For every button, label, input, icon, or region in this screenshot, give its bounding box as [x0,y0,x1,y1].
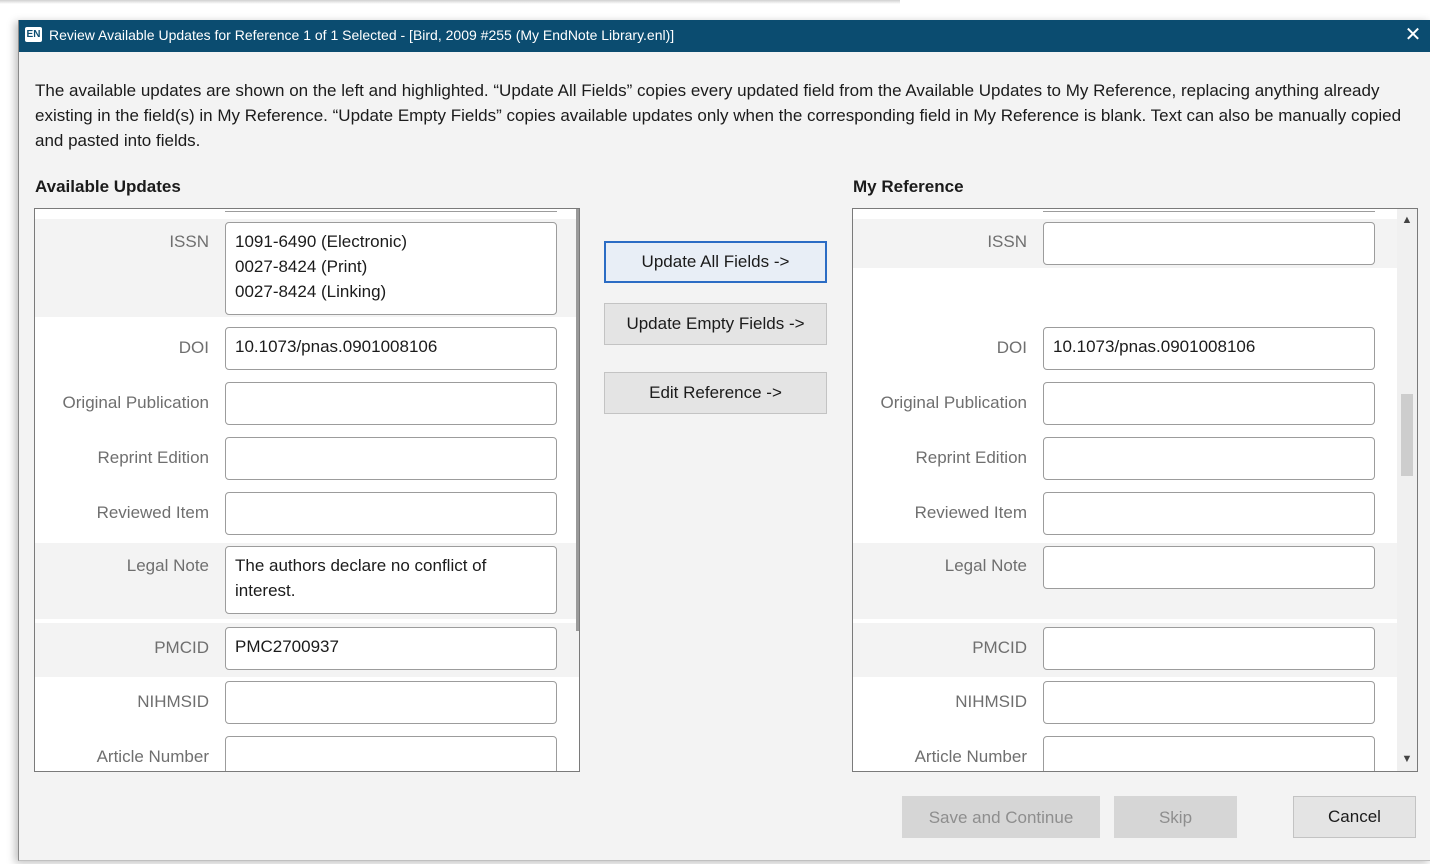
my-reference-heading: My Reference [853,177,964,196]
scroll-down-icon[interactable]: ▼ [1398,750,1416,768]
title-bar: EN Review Available Updates for Referenc… [19,20,1430,52]
previous-field-edge [225,209,557,212]
legal-note-field[interactable]: The authors declare no conflict of inter… [225,546,557,614]
reprint-edition-field[interactable] [1043,437,1375,480]
field-row-pmcid: PMCID [853,623,1417,677]
field-label: Legal Note [944,556,1027,575]
doi-field[interactable]: 10.1073/pnas.0901008106 [225,327,557,370]
field-row-article-number: Article Number [853,732,1417,771]
issn-field[interactable] [1043,222,1375,265]
field-row-legal-note: Legal Note [853,543,1417,619]
field-row-issn: ISSN [853,219,1417,268]
field-row-original-publication: Original Publication [853,372,1417,427]
field-row-article-number: Article Number [35,732,579,771]
dialog-title: Review Available Updates for Reference 1… [49,27,675,43]
field-row-doi: DOI 10.1073/pnas.0901008106 [35,317,579,372]
field-row-original-publication: Original Publication [35,372,579,427]
previous-field-edge [1043,209,1375,212]
doi-field[interactable]: 10.1073/pnas.0901008106 [1043,327,1375,370]
reviewed-item-field[interactable] [225,492,557,535]
instructions-text: The available updates are shown on the l… [35,81,1402,150]
article-number-field[interactable] [1043,736,1375,771]
original-publication-field[interactable] [225,382,557,425]
edit-reference-button[interactable]: Edit Reference -> [604,372,827,414]
save-and-continue-button[interactable]: Save and Continue [902,796,1100,838]
skip-button[interactable]: Skip [1114,796,1237,838]
field-label: Reprint Edition [97,448,209,467]
field-label: Reviewed Item [914,503,1027,522]
field-label: Article Number [96,747,209,766]
field-label: PMCID [972,638,1027,657]
available-updates-panel[interactable]: ISSN 1091-6490 (Electronic) 0027-8424 (P… [34,208,580,772]
field-row-reviewed-item: Reviewed Item [35,482,579,537]
field-row-nihmsid: NIHMSID [35,677,579,732]
review-updates-dialog: EN Review Available Updates for Referenc… [18,20,1430,861]
field-label: ISSN [169,232,209,251]
field-label: Legal Note [126,556,209,575]
field-row-pmcid: PMCID PMC2700937 [35,623,579,677]
field-label: NIHMSID [955,692,1027,711]
available-updates-heading: Available Updates [35,177,181,196]
endnote-logo-icon: EN [25,27,42,42]
background-edge [0,0,900,4]
reviewed-item-field[interactable] [1043,492,1375,535]
field-label: Article Number [914,747,1027,766]
field-label: Original Publication [880,393,1027,412]
left-scroll-indicator[interactable] [576,209,579,631]
nihmsid-field[interactable] [225,681,557,724]
my-reference-panel[interactable]: ISSN DOI 10.1073/pnas.0901008106 Origina… [852,208,1418,772]
field-label: Reprint Edition [915,448,1027,467]
close-icon[interactable]: ✕ [1401,22,1425,48]
field-row-legal-note: Legal Note The authors declare no confli… [35,543,579,619]
field-row-nihmsid: NIHMSID [853,677,1417,732]
field-row-reviewed-item: Reviewed Item [853,482,1417,537]
legal-note-field[interactable] [1043,546,1375,589]
field-row-doi: DOI 10.1073/pnas.0901008106 [853,317,1417,372]
pmcid-field[interactable] [1043,627,1375,670]
article-number-field[interactable] [225,736,557,771]
field-label: Reviewed Item [96,503,209,522]
field-row-issn: ISSN 1091-6490 (Electronic) 0027-8424 (P… [35,219,579,317]
field-label: ISSN [987,232,1027,251]
pmcid-field[interactable]: PMC2700937 [225,627,557,670]
original-publication-field[interactable] [1043,382,1375,425]
update-all-fields-button[interactable]: Update All Fields -> [604,241,827,283]
field-row-reprint-edition: Reprint Edition [35,427,579,482]
field-label: DOI [178,338,209,357]
issn-field[interactable]: 1091-6490 (Electronic) 0027-8424 (Print)… [225,222,557,315]
vertical-scrollbar[interactable]: ▲ ▼ [1397,209,1417,771]
nihmsid-field[interactable] [1043,681,1375,724]
field-row-reprint-edition: Reprint Edition [853,427,1417,482]
field-label: NIHMSID [137,692,209,711]
cancel-button[interactable]: Cancel [1293,796,1416,838]
scrollbar-thumb[interactable] [1401,394,1413,476]
update-empty-fields-button[interactable]: Update Empty Fields -> [604,303,827,345]
field-label: Original Publication [62,393,209,412]
field-label: PMCID [154,638,209,657]
field-label: DOI [996,338,1027,357]
scroll-up-icon[interactable]: ▲ [1398,211,1416,229]
reprint-edition-field[interactable] [225,437,557,480]
